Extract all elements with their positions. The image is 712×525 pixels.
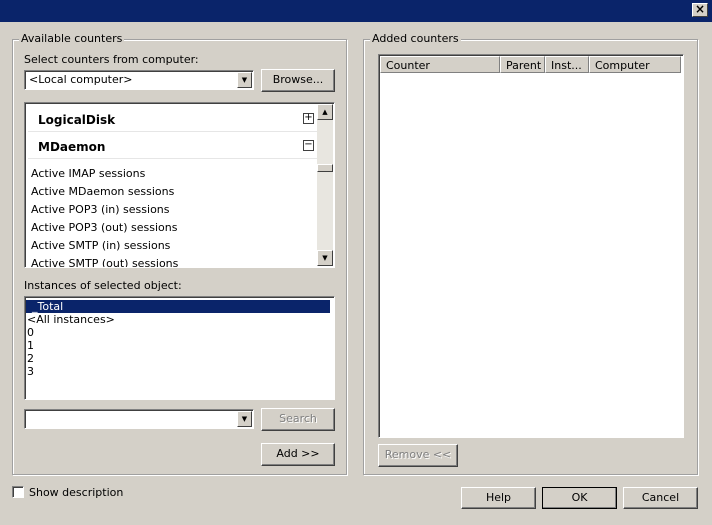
browse-button[interactable]: Browse... [261, 69, 335, 92]
scroll-up-icon[interactable]: ▲ [317, 104, 333, 120]
instance-item[interactable]: 2 [27, 352, 34, 365]
object-mdaemon[interactable]: MDaemon − [28, 133, 318, 159]
counter-item[interactable]: Active SMTP (out) sessions [31, 257, 178, 267]
search-combo[interactable]: ▼ [24, 409, 254, 429]
scrollbar-thumb[interactable] [317, 164, 333, 172]
computer-combo[interactable]: <Local computer> ▼ [24, 70, 254, 90]
instance-item[interactable]: 0 [27, 326, 34, 339]
column-header-parent[interactable]: Parent [500, 56, 545, 73]
counter-item[interactable]: Active MDaemon sessions [31, 185, 174, 198]
close-icon[interactable]: × [692, 3, 708, 17]
available-counters-label: Available counters [19, 32, 125, 45]
instance-item[interactable]: 3 [27, 365, 34, 378]
select-computer-label: Select counters from computer: [24, 53, 199, 66]
computer-combo-value: <Local computer> [29, 73, 133, 86]
object-logicaldisk[interactable]: LogicalDisk + [28, 106, 318, 132]
expand-icon[interactable]: + [303, 113, 314, 124]
scroll-down-icon[interactable]: ▼ [317, 250, 333, 266]
object-logicaldisk-label: LogicalDisk [38, 113, 116, 127]
show-description-checkbox[interactable] [12, 486, 24, 498]
instance-item-selected[interactable]: _Total [26, 300, 330, 313]
instance-item[interactable]: <All instances> [27, 313, 115, 326]
remove-button[interactable]: Remove << [378, 444, 458, 467]
added-counters-label: Added counters [370, 32, 461, 45]
instances-list[interactable]: _Total <All instances> 0 1 2 3 [24, 296, 335, 400]
object-mdaemon-label: MDaemon [38, 140, 106, 154]
added-counters-table[interactable]: Counter Parent Inst... Computer [378, 54, 684, 438]
cancel-button[interactable]: Cancel [623, 487, 698, 509]
help-button[interactable]: Help [461, 487, 536, 509]
counter-list-scrollbar[interactable]: ▲ ▼ [317, 104, 333, 266]
show-description-label[interactable]: Show description [29, 486, 123, 499]
counter-item[interactable]: Active POP3 (in) sessions [31, 203, 170, 216]
ok-button[interactable]: OK [542, 487, 617, 509]
collapse-icon[interactable]: − [303, 140, 314, 151]
counter-item[interactable]: Active SMTP (in) sessions [31, 239, 170, 252]
chevron-down-icon[interactable]: ▼ [237, 411, 252, 427]
counter-item[interactable]: Active POP3 (out) sessions [31, 221, 178, 234]
instances-label: Instances of selected object: [24, 279, 182, 292]
counter-object-list[interactable]: LogicalDisk + MDaemon − Active IMAP sess… [24, 102, 335, 268]
add-button[interactable]: Add >> [261, 443, 335, 466]
title-bar: × [0, 0, 712, 22]
search-button[interactable]: Search [261, 408, 335, 431]
chevron-down-icon[interactable]: ▼ [237, 72, 252, 88]
counter-item[interactable]: Active IMAP sessions [31, 167, 145, 180]
column-header-computer[interactable]: Computer [589, 56, 681, 73]
instance-item[interactable]: 1 [27, 339, 34, 352]
column-header-counter[interactable]: Counter [380, 56, 500, 73]
column-header-instance[interactable]: Inst... [545, 56, 589, 73]
